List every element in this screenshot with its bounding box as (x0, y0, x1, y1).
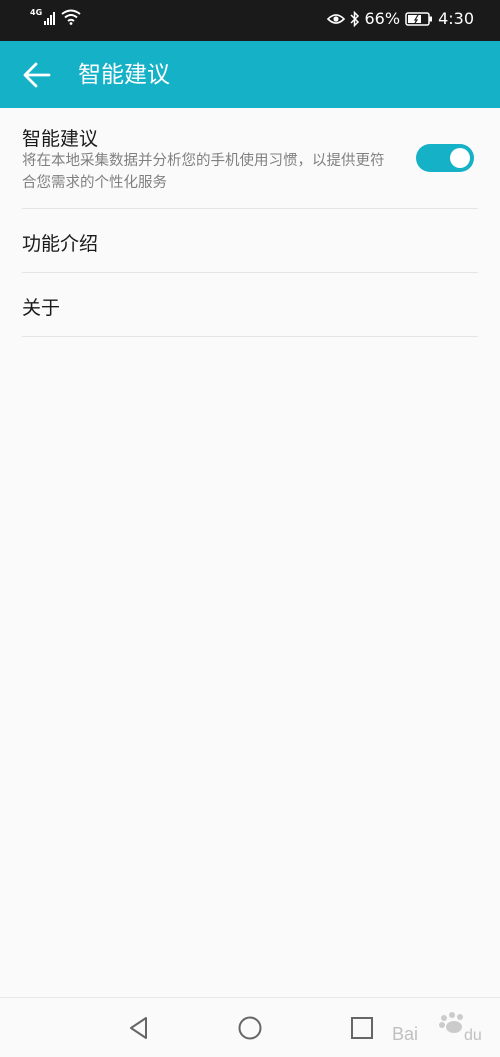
status-right: 66% 4:30 (322, 9, 474, 28)
smart-suggestion-row: 智能建议 将在本地采集数据并分析您的手机使用习惯，以提供更符合您需求的个性化服务 (22, 108, 478, 209)
recents-square-icon (351, 1017, 373, 1039)
smart-suggestion-toggle[interactable] (416, 144, 474, 172)
settings-list: 智能建议 将在本地采集数据并分析您的手机使用习惯，以提供更符合您需求的个性化服务… (0, 108, 500, 337)
list-item-feature-intro[interactable]: 功能介绍 (22, 209, 478, 273)
baidu-watermark-logo: Bai du (392, 1012, 482, 1044)
status-left: 4G (30, 9, 81, 25)
battery-icon (405, 11, 433, 26)
bluetooth-icon (349, 10, 359, 27)
status-bar: 4G 66% 4:30 (0, 0, 500, 41)
nav-recents-button[interactable] (348, 1014, 376, 1042)
signal-icon (44, 12, 56, 25)
nav-home-button[interactable] (236, 1014, 264, 1042)
nav-back-button[interactable] (125, 1014, 153, 1042)
network-type: 4G (30, 8, 43, 17)
feature-intro-label: 功能介绍 (22, 233, 99, 255)
svg-text:Bai: Bai (392, 1024, 418, 1044)
wifi-icon (61, 9, 81, 25)
back-arrow-icon (23, 62, 51, 88)
list-item-about[interactable]: 关于 (22, 273, 478, 337)
toggle-knob (450, 148, 470, 168)
about-label: 关于 (22, 297, 61, 319)
clock: 4:30 (438, 9, 474, 28)
back-triangle-icon (130, 1017, 147, 1039)
eye-icon (326, 13, 345, 24)
battery-percent: 66% (364, 9, 401, 28)
smart-suggestion-title: 智能建议 (22, 128, 99, 150)
home-circle-icon (238, 1016, 262, 1040)
smart-suggestion-description: 将在本地采集数据并分析您的手机使用习惯，以提供更符合您需求的个性化服务 (22, 153, 385, 191)
back-button[interactable] (20, 58, 54, 92)
svg-text:du: du (464, 1027, 482, 1044)
page-title: 智能建议 (78, 62, 170, 88)
app-bar: 智能建议 (0, 41, 500, 108)
